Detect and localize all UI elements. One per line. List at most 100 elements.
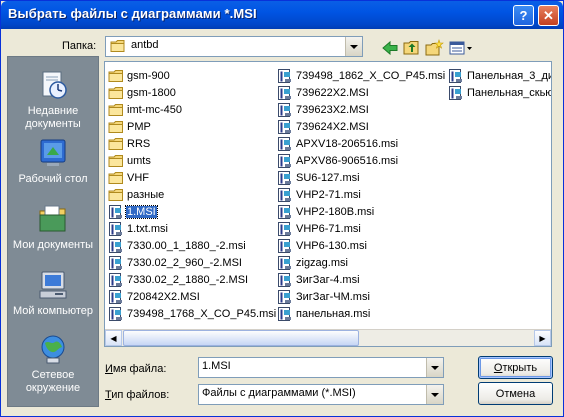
msi-file-icon — [109, 221, 122, 236]
place-network[interactable]: Сетевое окружение — [8, 327, 98, 397]
folder-icon — [108, 188, 123, 201]
file-item[interactable]: 739622X2.MSI — [277, 84, 370, 101]
place-label: Недавние документы — [25, 105, 81, 130]
filename-combo[interactable]: 1.MSI — [198, 357, 444, 378]
folder-icon — [108, 154, 123, 167]
file-name: ЗигЗаг-ЧМ.msi — [296, 290, 370, 303]
file-item[interactable]: 1.MSI — [108, 203, 158, 220]
folder-item[interactable]: разные — [108, 186, 165, 203]
folder-item[interactable]: umts — [108, 152, 152, 169]
open-button[interactable]: Открыть — [478, 356, 553, 379]
close-button[interactable]: ✕ — [538, 5, 559, 26]
folder-icon — [108, 120, 123, 133]
msi-file-icon — [278, 187, 291, 202]
file-item[interactable]: 739624X2.MSI — [277, 118, 370, 135]
file-item[interactable]: SU6-127.msi — [277, 169, 361, 186]
folder-item[interactable]: imt-mc-450 — [108, 101, 183, 118]
msi-file-icon — [278, 289, 291, 304]
place-label: Сетевое окружение — [25, 369, 81, 394]
file-item[interactable]: Панельная_3_диа — [448, 67, 552, 84]
chevron-right-icon: ▶ — [539, 333, 546, 343]
msi-file-icon — [278, 85, 291, 100]
file-name: панельная.msi — [296, 307, 371, 320]
place-label: Мои документы — [12, 239, 94, 251]
file-item[interactable]: 739498_1768_X_CO_P45.msi — [108, 305, 277, 322]
filetype-label: Тип файлов: — [105, 389, 170, 401]
file-name: 7330.02_2_1880_-2.MSI — [127, 273, 249, 286]
file-item[interactable]: ЗигЗаг-4.msi — [277, 271, 361, 288]
msi-file-icon — [109, 272, 122, 287]
folder-item[interactable]: PMP — [108, 118, 152, 135]
file-item[interactable]: 7330.00_1_1880_-2.msi — [108, 237, 247, 254]
filetype-dropdown-button[interactable] — [426, 385, 443, 404]
file-item[interactable]: 739623X2.MSI — [277, 101, 370, 118]
chevron-left-icon: ◀ — [110, 333, 117, 343]
lookin-dropdown-button[interactable] — [345, 37, 362, 56]
title-bar[interactable]: Выбрать файлы с диаграммами *.MSI ? ✕ — [1, 1, 563, 29]
file-item[interactable]: APXV86-906516.msi — [277, 152, 399, 169]
file-item[interactable]: 7330.02_2_960_-2.MSI — [108, 254, 243, 271]
folder-item[interactable]: VHF — [108, 169, 150, 186]
file-name: 720842X2.MSI — [127, 290, 200, 303]
file-item[interactable]: VHP6-130.msi — [277, 237, 368, 254]
file-item[interactable]: панельная.msi — [277, 305, 371, 322]
msi-file-icon — [278, 272, 291, 287]
file-item[interactable]: 739498_1862_X_CO_P45.msi — [277, 67, 446, 84]
file-item[interactable]: VHP6-71.msi — [277, 220, 362, 237]
new-folder-icon[interactable] — [424, 39, 444, 57]
up-folder-icon[interactable] — [402, 39, 422, 57]
filename-input[interactable]: 1.MSI — [202, 360, 231, 372]
file-name: 7330.02_2_960_-2.MSI — [127, 256, 242, 269]
file-list[interactable]: gsm-900 gsm-1800 imt-mc-450 PMP RRS umts VHF ра… — [104, 61, 552, 347]
folder-item[interactable]: gsm-900 — [108, 67, 171, 84]
chevron-down-icon — [431, 365, 439, 370]
help-button[interactable]: ? — [513, 5, 534, 26]
file-item[interactable]: Панельная_скью — [448, 84, 552, 101]
scroll-right-button[interactable]: ▶ — [534, 330, 551, 346]
file-item[interactable]: zigzag.msi — [277, 254, 349, 271]
my-computer-icon — [39, 271, 67, 299]
msi-file-icon — [278, 68, 291, 83]
file-name: Панельная_скью — [467, 86, 552, 99]
folder-item[interactable]: RRS — [108, 135, 151, 152]
place-desktop[interactable]: Рабочий стол — [8, 131, 98, 201]
back-icon[interactable] — [380, 39, 400, 57]
scroll-left-button[interactable]: ◀ — [105, 330, 122, 346]
msi-file-icon — [278, 136, 291, 151]
folder-icon — [108, 69, 123, 82]
msi-file-icon — [109, 289, 122, 304]
places-bar: Недавние документы Рабочий стол Мои доку… — [7, 56, 99, 407]
file-name: 7330.00_1_1880_-2.msi — [127, 239, 246, 252]
file-item[interactable]: VHP2-71.msi — [277, 186, 362, 203]
filename-dropdown-button[interactable] — [426, 358, 443, 377]
place-my-documents[interactable]: Мои документы — [8, 197, 98, 267]
msi-file-icon — [109, 238, 122, 253]
views-menu-icon[interactable] — [448, 39, 474, 57]
msi-file-icon — [109, 255, 122, 270]
file-name: PMP — [127, 120, 151, 133]
file-item[interactable]: ЗигЗаг-ЧМ.msi — [277, 288, 371, 305]
file-item[interactable]: VHP2-180B.msi — [277, 203, 375, 220]
file-name: imt-mc-450 — [127, 103, 183, 116]
folder-item[interactable]: gsm-1800 — [108, 84, 177, 101]
folder-icon — [108, 86, 123, 99]
file-name: 1.txt.msi — [127, 222, 168, 235]
horizontal-scrollbar[interactable]: ◀ ▶ — [105, 329, 551, 346]
file-item[interactable]: 720842X2.MSI — [108, 288, 201, 305]
lookin-value: antbd — [131, 39, 159, 51]
open-file-dialog: Выбрать файлы с диаграммами *.MSI ? ✕ Па… — [0, 0, 564, 417]
lookin-combo[interactable]: antbd — [105, 36, 363, 57]
chevron-down-icon — [350, 44, 358, 49]
folder-icon — [108, 103, 123, 116]
file-name: Панельная_3_диа — [467, 69, 552, 82]
cancel-button[interactable]: Отмена — [478, 382, 553, 405]
file-item[interactable]: 1.txt.msi — [108, 220, 169, 237]
window-title: Выбрать файлы с диаграммами *.MSI — [8, 6, 257, 21]
file-item[interactable]: 7330.02_2_1880_-2.MSI — [108, 271, 249, 288]
place-my-computer[interactable]: Мой компьютер — [8, 263, 98, 333]
file-name: 1.MSI — [125, 204, 158, 219]
scroll-thumb[interactable] — [123, 330, 359, 346]
filetype-combo[interactable]: Файлы с диаграммами (*.MSI) — [198, 384, 444, 405]
place-recent-documents[interactable]: Недавние документы — [8, 63, 98, 133]
file-item[interactable]: APXV18-206516.msi — [277, 135, 399, 152]
